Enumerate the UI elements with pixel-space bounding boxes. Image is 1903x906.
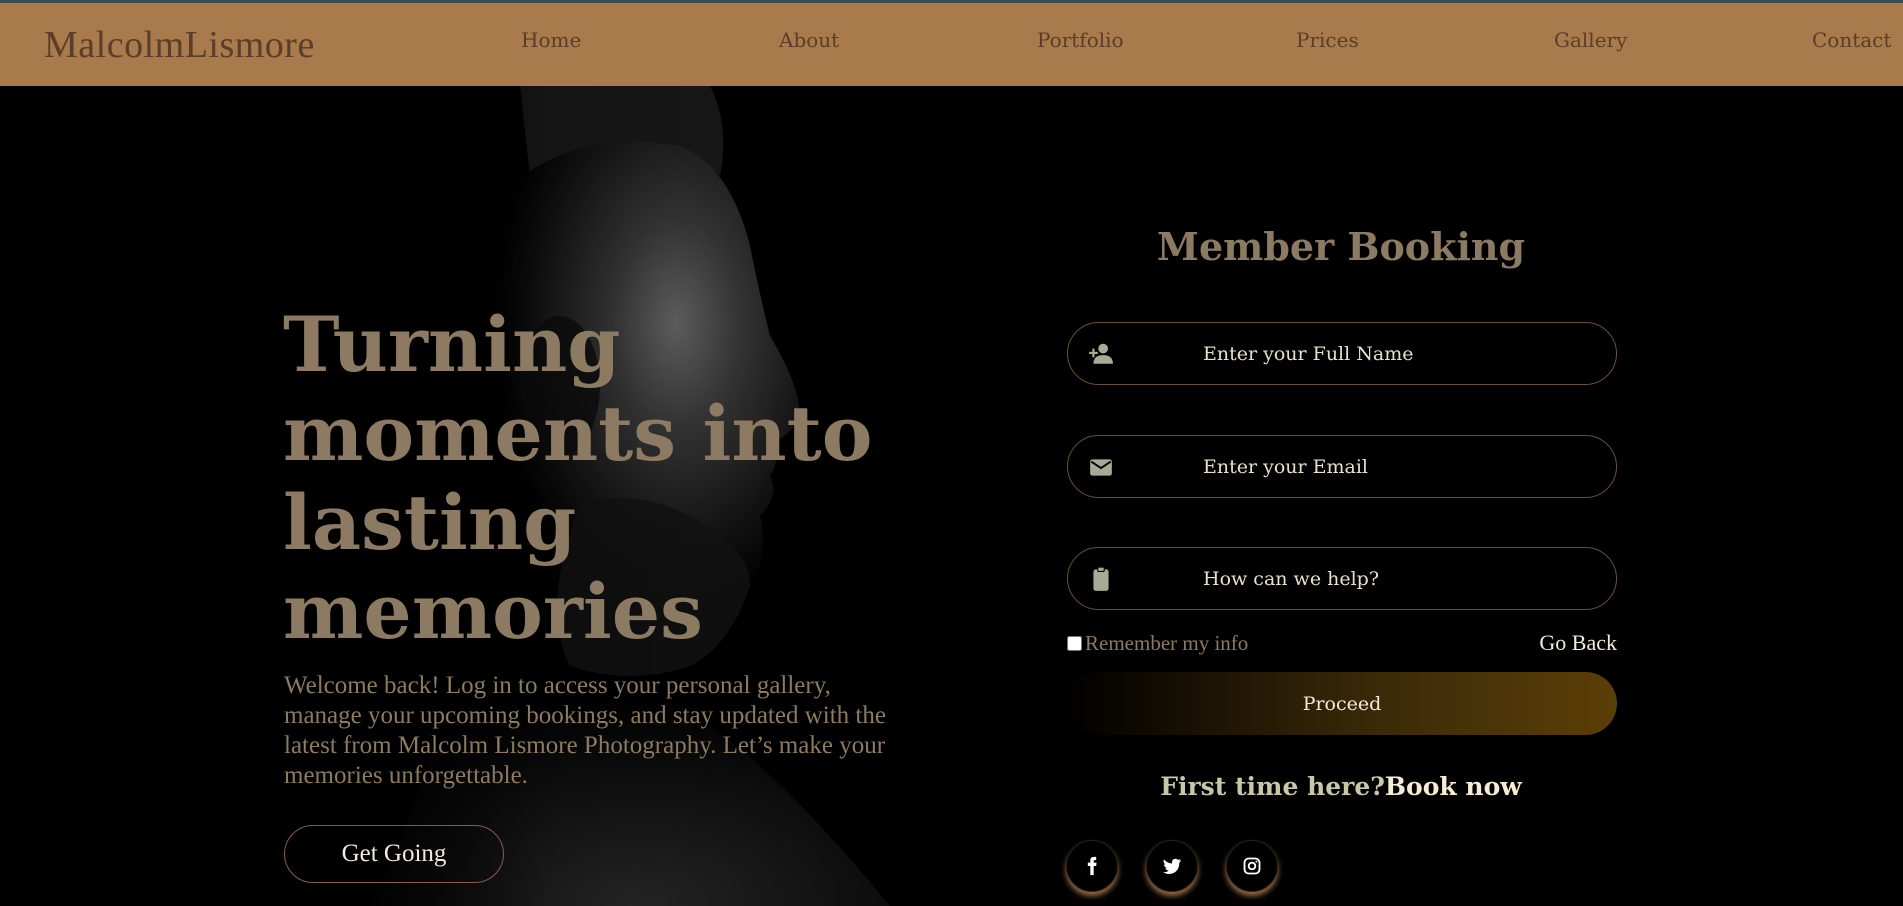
booking-title: Member Booking xyxy=(1156,224,1526,269)
instagram-icon xyxy=(1243,857,1261,875)
full-name-input[interactable] xyxy=(1138,331,1598,377)
book-now-link[interactable]: Book now xyxy=(1385,772,1522,801)
headline-line-1: Turning xyxy=(283,300,621,389)
navbar: MalcolmLismore Home About Portfolio Pric… xyxy=(0,3,1903,86)
clipboard-icon xyxy=(1093,566,1109,591)
hero-headline: Turning moments into lasting memories xyxy=(283,300,923,656)
nav-contact[interactable]: Contact xyxy=(1812,28,1891,52)
site-logo[interactable]: MalcolmLismore xyxy=(44,23,315,67)
email-field[interactable] xyxy=(1067,435,1617,498)
nav-gallery[interactable]: Gallery xyxy=(1554,28,1627,52)
proceed-button[interactable]: Proceed xyxy=(1067,672,1617,735)
headline-line-4: memories xyxy=(283,567,703,656)
instagram-button[interactable] xyxy=(1226,840,1278,892)
remember-label: Remember my info xyxy=(1085,631,1249,655)
email-input[interactable] xyxy=(1138,444,1598,490)
first-time-text: First time here? xyxy=(1160,772,1385,801)
envelope-icon xyxy=(1090,459,1112,476)
nav-home[interactable]: Home xyxy=(521,28,581,52)
hero-section: Turning moments into lasting memories We… xyxy=(0,86,1903,906)
welcome-text: Welcome back! Log in to access your pers… xyxy=(284,672,886,789)
headline-line-2: moments into xyxy=(283,389,873,478)
twitter-icon xyxy=(1162,858,1182,874)
go-back-link[interactable]: Go Back xyxy=(1480,630,1617,656)
nav-prices[interactable]: Prices xyxy=(1296,28,1359,52)
first-time-prompt: First time here?Book now xyxy=(1066,772,1616,801)
nav-about[interactable]: About xyxy=(779,28,839,52)
headline-line-3: lasting xyxy=(283,478,577,567)
user-plus-icon xyxy=(1089,343,1113,364)
help-input[interactable] xyxy=(1138,556,1598,602)
help-field[interactable] xyxy=(1067,547,1617,610)
facebook-icon xyxy=(1087,856,1097,876)
get-going-button[interactable]: Get Going xyxy=(284,825,504,883)
twitter-button[interactable] xyxy=(1146,840,1198,892)
full-name-field[interactable] xyxy=(1067,322,1617,385)
remember-my-info[interactable]: Remember my info xyxy=(1067,631,1248,656)
nav-portfolio[interactable]: Portfolio xyxy=(1037,28,1124,52)
facebook-button[interactable] xyxy=(1066,840,1118,892)
remember-checkbox[interactable] xyxy=(1067,636,1082,651)
